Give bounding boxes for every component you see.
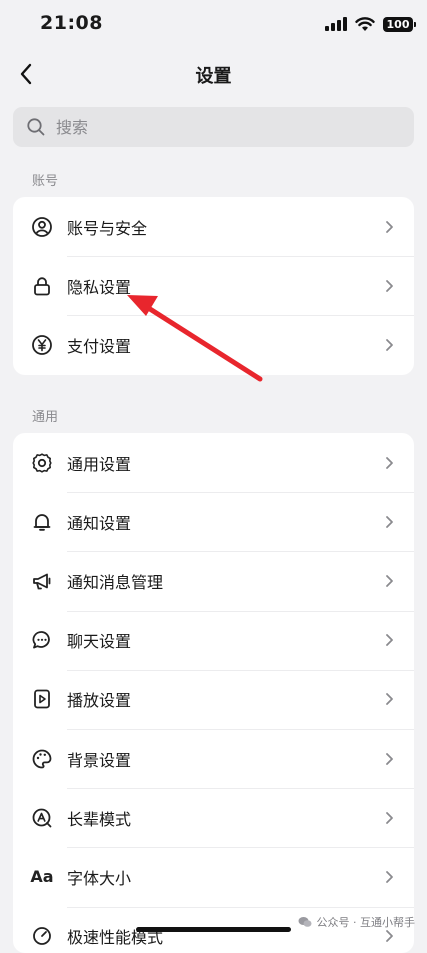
chevron-right-icon	[383, 928, 395, 944]
status-icons: 100	[325, 14, 413, 34]
speed-icon	[31, 925, 53, 947]
battery-icon: 100	[383, 17, 413, 32]
settings-row-playback[interactable]: 播放设置	[13, 670, 414, 729]
settings-row-notifications[interactable]: 通知设置	[13, 492, 414, 551]
row-label: 播放设置	[67, 687, 383, 711]
row-label: 字体大小	[67, 865, 383, 889]
nav-bar: 设置	[0, 50, 427, 98]
section-label-general: 通用	[32, 406, 58, 425]
row-label: 背景设置	[67, 747, 383, 771]
chat-bubble-icon	[31, 629, 53, 651]
palette-icon	[31, 748, 53, 770]
cellular-signal-icon	[325, 17, 347, 31]
chevron-right-icon	[383, 278, 395, 294]
font-size-icon: Aa	[31, 866, 53, 888]
home-indicator	[136, 927, 291, 932]
row-label: 聊天设置	[67, 628, 383, 652]
row-label: 长辈模式	[67, 806, 383, 830]
search-bar[interactable]	[13, 107, 414, 147]
settings-row-general[interactable]: 通用设置	[13, 433, 414, 492]
chevron-right-icon	[383, 869, 395, 885]
section-label-account: 账号	[32, 170, 58, 189]
general-settings-card: 通用设置 通知设置 通知消息管理 聊天设置 播放设置 背景设置	[13, 433, 414, 953]
watermark: 公众号 · 互通小帮手	[298, 914, 416, 930]
user-circle-icon	[31, 216, 53, 238]
settings-row-chat[interactable]: 聊天设置	[13, 611, 414, 670]
settings-row-payment[interactable]: 支付设置	[13, 315, 414, 374]
wifi-icon	[355, 17, 375, 32]
settings-row-account-security[interactable]: 账号与安全	[13, 197, 414, 256]
chevron-right-icon	[383, 810, 395, 826]
settings-row-notification-messages[interactable]: 通知消息管理	[13, 551, 414, 610]
row-label: 支付设置	[67, 333, 383, 357]
row-label: 通知消息管理	[67, 569, 383, 593]
battery-level: 100	[387, 18, 410, 31]
elder-mode-icon	[31, 807, 53, 829]
megaphone-icon	[31, 570, 53, 592]
settings-row-font-size[interactable]: Aa 字体大小	[13, 847, 414, 906]
watermark-text: 公众号 · 互通小帮手	[317, 914, 416, 930]
chevron-right-icon	[383, 455, 395, 471]
chevron-right-icon	[383, 632, 395, 648]
chevron-right-icon	[383, 691, 395, 707]
chevron-right-icon	[383, 219, 395, 235]
settings-row-elder-mode[interactable]: 长辈模式	[13, 788, 414, 847]
yuan-icon	[31, 334, 53, 356]
chevron-right-icon	[383, 573, 395, 589]
play-file-icon	[31, 688, 53, 710]
settings-row-background[interactable]: 背景设置	[13, 729, 414, 788]
status-bar: 21:08 100	[0, 0, 427, 48]
chevron-right-icon	[383, 751, 395, 767]
search-input[interactable]	[54, 117, 414, 138]
chevron-right-icon	[383, 514, 395, 530]
account-settings-card: 账号与安全 隐私设置 支付设置	[13, 197, 414, 375]
row-label: 隐私设置	[67, 274, 383, 298]
row-label: 通用设置	[67, 451, 383, 475]
search-icon	[26, 117, 46, 137]
font-size-glyph: Aa	[30, 867, 53, 886]
bell-icon	[31, 511, 53, 533]
status-time: 21:08	[40, 12, 103, 34]
row-label: 账号与安全	[67, 215, 383, 239]
gear-icon	[31, 452, 53, 474]
lock-icon	[31, 275, 53, 297]
wechat-logo-icon	[298, 916, 312, 928]
row-label: 通知设置	[67, 510, 383, 534]
chevron-right-icon	[383, 337, 395, 353]
settings-row-privacy[interactable]: 隐私设置	[13, 256, 414, 315]
page-title: 设置	[0, 62, 427, 88]
